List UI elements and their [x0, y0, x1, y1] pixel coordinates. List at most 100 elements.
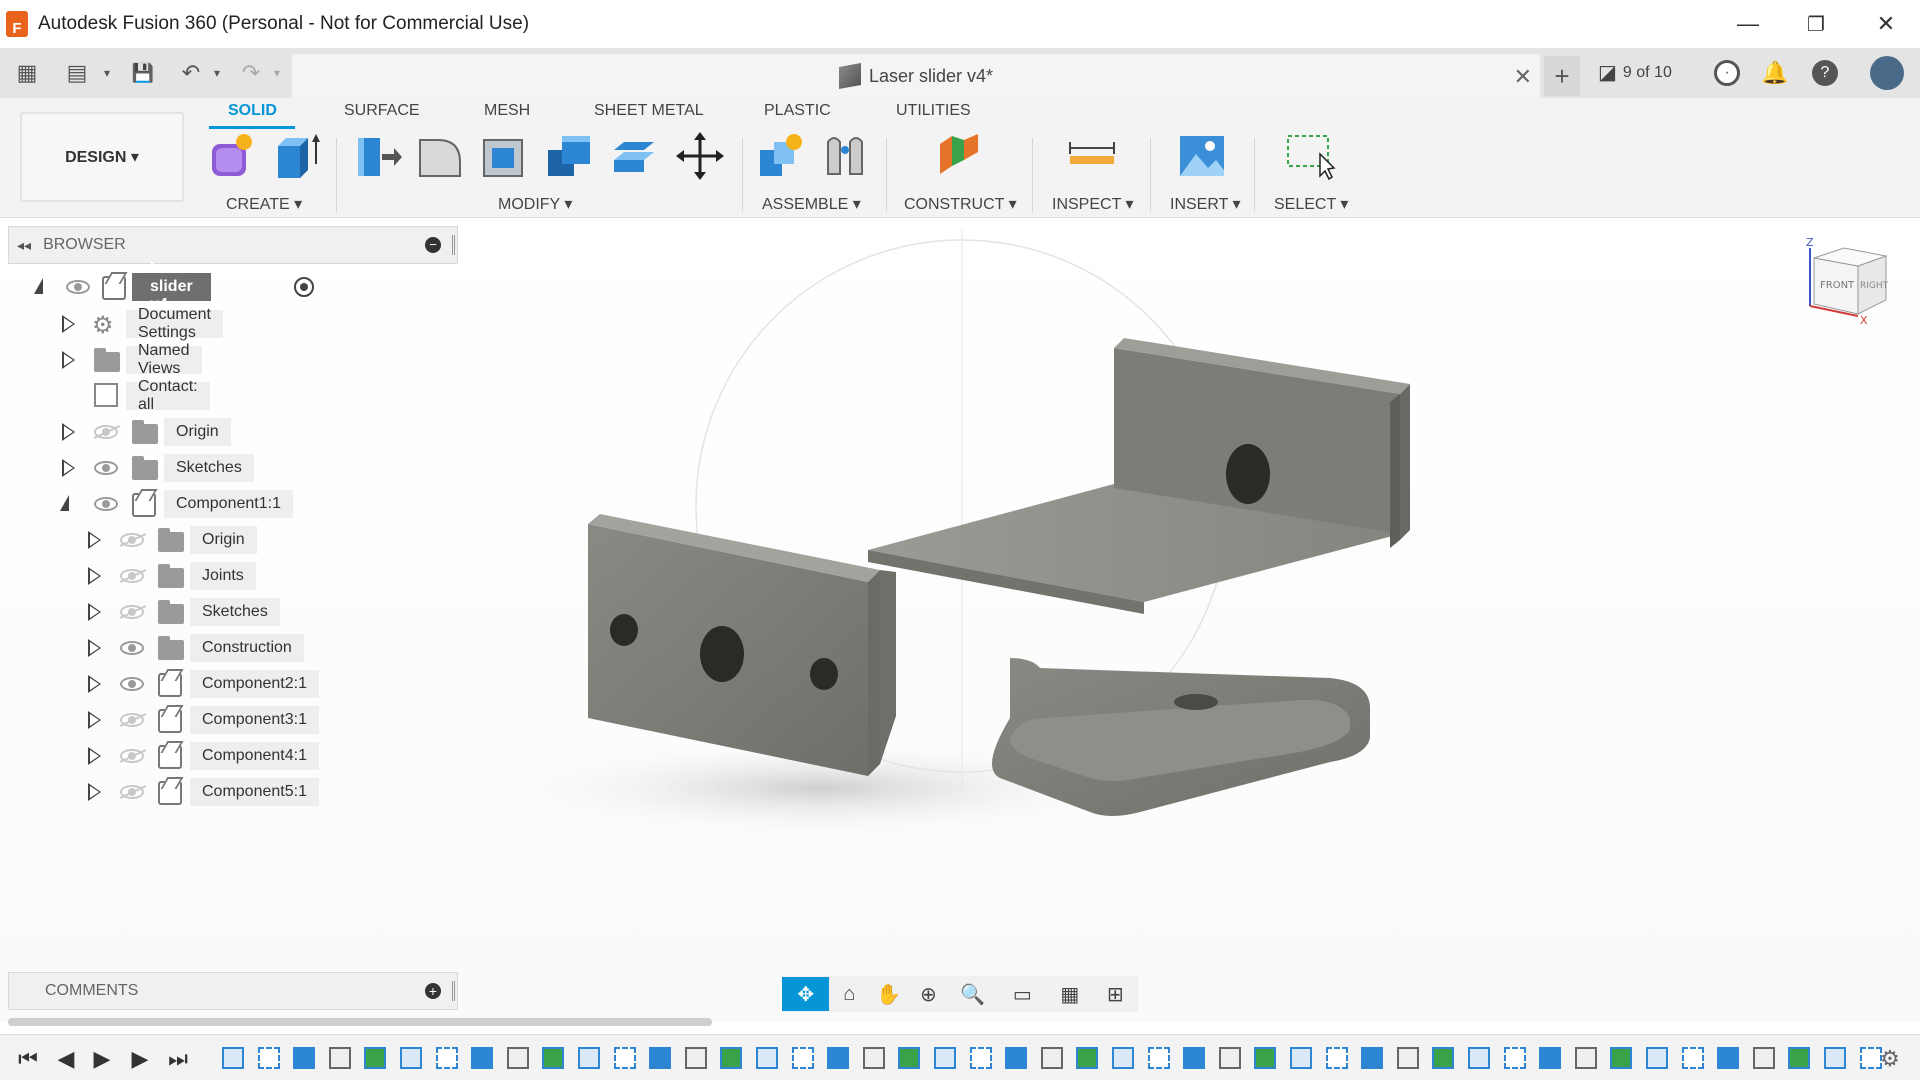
timeline-feature-icon[interactable]	[649, 1047, 672, 1069]
joint-icon[interactable]	[820, 130, 872, 182]
visibility-hidden-eye-icon[interactable]	[120, 785, 144, 799]
timeline-feature-icon[interactable]	[293, 1047, 316, 1069]
go-to-start-icon[interactable]: ⏮	[14, 1045, 42, 1073]
visibility-eye-icon[interactable]	[94, 461, 118, 475]
browser-panel-header[interactable]: ◂◂ BROWSER −	[8, 226, 458, 264]
help-icon[interactable]: ?	[1812, 60, 1838, 86]
timeline-feature-icon[interactable]	[1503, 1047, 1526, 1069]
timeline-settings-gear-icon[interactable]: ⚙	[1876, 1045, 1904, 1073]
timeline-feature-icon[interactable]	[1325, 1047, 1348, 1069]
file-menu-chevron-down-icon[interactable]: ▾	[92, 58, 122, 88]
offset-face-icon[interactable]	[608, 130, 660, 182]
timeline-feature-icon[interactable]	[1147, 1047, 1170, 1069]
expand-arrow-icon[interactable]	[62, 459, 75, 477]
create-group-label[interactable]: CREATE ▾	[226, 194, 302, 214]
undo-chevron-down-icon[interactable]: ▾	[202, 58, 232, 88]
extrude-icon[interactable]	[270, 130, 322, 182]
step-back-icon[interactable]: ◀	[52, 1045, 80, 1073]
tree-item-label[interactable]: Contact: all	[126, 378, 210, 413]
collapse-browser-icon[interactable]: ◂◂	[17, 237, 31, 254]
insert-group-label[interactable]: INSERT ▾	[1170, 194, 1241, 214]
visibility-hidden-eye-icon[interactable]	[120, 569, 144, 583]
user-avatar[interactable]	[1870, 56, 1904, 90]
comments-panel-header[interactable]: COMMENTS +	[8, 972, 458, 1010]
expand-arrow-icon[interactable]	[88, 747, 101, 765]
zoom-icon[interactable]: ⊕	[909, 977, 949, 1011]
tree-item-label[interactable]: Component5:1	[190, 778, 319, 806]
modify-group-label[interactable]: MODIFY ▾	[498, 194, 572, 214]
grid-snaps-icon[interactable]: ▦	[1047, 977, 1092, 1011]
tree-root-label[interactable]: Laser slider v4	[132, 260, 211, 313]
assemble-group-label[interactable]: ASSEMBLE ▾	[762, 194, 861, 214]
visibility-hidden-eye-icon[interactable]	[120, 533, 144, 547]
restore-button[interactable]: ❐	[1782, 0, 1850, 48]
expand-arrow-icon[interactable]	[88, 531, 101, 549]
tree-item-label[interactable]: Document Settings	[126, 306, 223, 341]
visibility-eye-icon[interactable]	[94, 497, 118, 511]
tree-item-label[interactable]: Sketches	[190, 598, 280, 626]
visibility-hidden-eye-icon[interactable]	[120, 749, 144, 763]
tree-item-label[interactable]: Component3:1	[190, 706, 319, 734]
expand-arrow-icon[interactable]	[62, 315, 75, 333]
timeline-feature-icon[interactable]	[827, 1047, 850, 1069]
expand-arrow-icon[interactable]	[62, 423, 75, 441]
panel-drag-handle-icon[interactable]	[452, 981, 455, 1001]
collapse-arrow-icon[interactable]	[60, 495, 69, 511]
timeline-feature-icon[interactable]	[720, 1047, 743, 1069]
shell-icon[interactable]	[478, 130, 530, 182]
timeline-feature-icon[interactable]	[1824, 1047, 1846, 1069]
tree-item-label[interactable]: Sketches	[164, 454, 254, 482]
timeline-feature-icon[interactable]	[1468, 1047, 1490, 1069]
timeline-feature-icon[interactable]	[328, 1047, 351, 1069]
add-comment-icon[interactable]: +	[425, 983, 441, 999]
window-select-icon[interactable]	[1284, 130, 1336, 182]
new-assembly-component-icon[interactable]	[756, 130, 808, 182]
timeline-feature-icon[interactable]	[791, 1047, 814, 1069]
insert-image-icon[interactable]	[1176, 130, 1228, 182]
new-tab-button[interactable]: +	[1544, 56, 1580, 96]
move-copy-icon[interactable]	[674, 130, 726, 182]
visibility-hidden-eye-icon[interactable]	[94, 425, 118, 439]
timeline-feature-icon[interactable]	[934, 1047, 956, 1069]
timeline-feature-icon[interactable]	[1396, 1047, 1419, 1069]
press-pull-icon[interactable]	[352, 130, 404, 182]
panel-drag-handle-icon[interactable]	[452, 235, 455, 255]
new-component-icon[interactable]	[206, 130, 258, 182]
timeline-feature-icon[interactable]	[1183, 1047, 1206, 1069]
3d-model-viewport[interactable]	[0, 218, 1920, 1022]
go-to-end-icon[interactable]: ⏭	[164, 1045, 192, 1073]
timeline-feature-icon[interactable]	[969, 1047, 992, 1069]
timeline-feature-icon[interactable]	[1788, 1047, 1811, 1069]
inspect-group-label[interactable]: INSPECT ▾	[1052, 194, 1134, 214]
visibility-hidden-eye-icon[interactable]	[120, 605, 144, 619]
data-panel-grid-icon[interactable]: ▦	[12, 58, 42, 88]
timeline-feature-icon[interactable]	[756, 1047, 778, 1069]
timeline-feature-icon[interactable]	[1646, 1047, 1668, 1069]
timeline-feature-icon[interactable]	[471, 1047, 494, 1069]
combine-icon[interactable]	[544, 130, 596, 182]
timeline-feature-icon[interactable]	[1254, 1047, 1277, 1069]
measure-icon[interactable]	[1066, 130, 1118, 182]
timeline-feature-icon[interactable]	[435, 1047, 458, 1069]
tab-sheet-metal[interactable]: SHEET METAL	[594, 102, 704, 120]
minimize-button[interactable]: —	[1714, 0, 1782, 48]
expand-arrow-icon[interactable]	[88, 711, 101, 729]
job-status[interactable]: ◪ 9 of 10	[1598, 60, 1672, 85]
timeline-feature-icon[interactable]	[898, 1047, 921, 1069]
timeline-feature-icon[interactable]	[1218, 1047, 1241, 1069]
display-settings-icon[interactable]: ▭	[998, 977, 1047, 1011]
look-at-icon[interactable]: ⌂	[829, 977, 869, 1011]
timeline-feature-icon[interactable]	[862, 1047, 885, 1069]
close-window-button[interactable]: ✕	[1852, 0, 1920, 48]
redo-chevron-down-icon[interactable]: ▾	[262, 58, 292, 88]
viewports-icon[interactable]: ⊞	[1093, 977, 1138, 1011]
orbit-icon[interactable]: ✥	[782, 977, 830, 1011]
timeline-feature-icon[interactable]	[1610, 1047, 1633, 1069]
construct-group-label[interactable]: CONSTRUCT ▾	[904, 194, 1017, 214]
timeline-feature-icon[interactable]	[613, 1047, 636, 1069]
tab-utilities[interactable]: UTILITIES	[896, 102, 971, 120]
browser-minimize-icon[interactable]: −	[425, 237, 441, 253]
timeline-feature-icon[interactable]	[1539, 1047, 1562, 1069]
timeline-feature-icon[interactable]	[1290, 1047, 1312, 1069]
timeline-feature-icon[interactable]	[1752, 1047, 1775, 1069]
